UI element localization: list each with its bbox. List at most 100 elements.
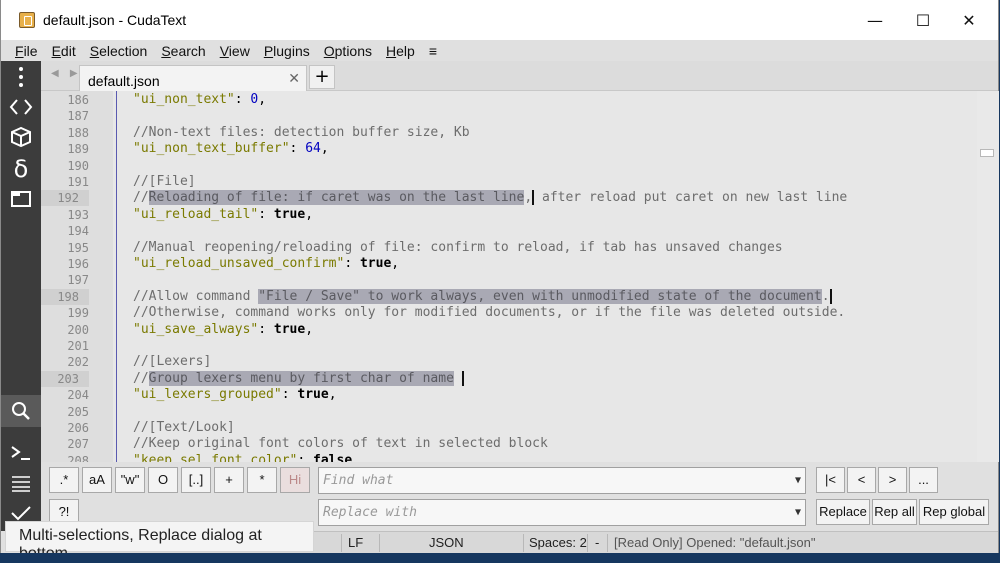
status-dash: - — [595, 535, 600, 550]
maximize-button[interactable]: ☐ — [900, 0, 946, 40]
line-number: 198 — [41, 288, 89, 305]
more-options-button[interactable]: ... — [909, 467, 938, 493]
line-number: 193 — [67, 207, 89, 222]
code-line[interactable]: "ui_non_text": 0, — [133, 92, 266, 108]
chevron-down-icon[interactable]: ▼ — [795, 468, 801, 493]
project-box-icon[interactable] — [1, 122, 41, 152]
status-lexer[interactable]: JSON — [429, 535, 464, 550]
option-highlight-button[interactable]: Hi — [280, 467, 310, 493]
find-prev-button[interactable]: < — [847, 467, 876, 493]
menu-selection[interactable]: Selection — [90, 43, 148, 59]
menu-plugins[interactable]: Plugins — [264, 43, 310, 59]
option-case-sensitive-button[interactable]: aA — [82, 467, 112, 493]
status-eol[interactable]: LF — [348, 535, 363, 550]
menu-file[interactable]: File — [15, 43, 38, 59]
tab-default-json[interactable]: default.json ✕ — [79, 65, 307, 92]
snippets-delta-icon[interactable]: δ — [1, 154, 41, 184]
code-editor[interactable]: 186 "ui_non_text": 0, 187 188 //Non-text fil… — [41, 91, 977, 462]
line-number: 200 — [67, 322, 89, 337]
desktop-background — [0, 553, 1000, 561]
cudatext-app-icon — [19, 12, 35, 28]
code-line[interactable]: //Group lexers menu by first char of nam… — [133, 370, 464, 387]
option-wrapped-button[interactable]: * — [247, 467, 277, 493]
replace-with-input[interactable]: Replace with ▼ — [318, 499, 806, 526]
option-whole-words-button[interactable]: "w" — [115, 467, 145, 493]
menu-view[interactable]: View — [220, 43, 250, 59]
status-message: [Read Only] Opened: "default.json" — [614, 535, 816, 550]
menu-extra[interactable]: ≡ — [429, 43, 437, 59]
search-icon[interactable] — [1, 395, 41, 427]
title-bar: default.json - CudaText — ☐ ✕ — [1, 0, 998, 40]
replace-button[interactable]: Replace — [816, 499, 870, 525]
menu-options[interactable]: Options — [324, 43, 372, 59]
output-list-icon[interactable] — [1, 468, 41, 498]
find-next-button[interactable]: > — [878, 467, 907, 493]
code-line[interactable]: "ui_save_always": true, — [133, 322, 313, 338]
find-what-input[interactable]: Find what ▼ — [318, 467, 806, 494]
code-line[interactable]: //Keep original font colors of text in s… — [133, 436, 548, 452]
line-number: 207 — [67, 437, 89, 452]
find-first-button[interactable]: |< — [816, 467, 845, 493]
tab-bar: ◀ ▶ default.json ✕ + — [41, 61, 998, 92]
line-number: 195 — [67, 240, 89, 255]
line-number: 191 — [67, 175, 89, 189]
line-number: 201 — [67, 339, 89, 353]
line-number: 204 — [67, 388, 89, 403]
line-number: 189 — [67, 142, 89, 157]
code-tree-icon[interactable] — [1, 92, 41, 122]
tabs-icon[interactable] — [1, 184, 41, 214]
code-line[interactable]: //Reloading of file: if caret was on the… — [133, 190, 847, 206]
chevron-down-icon[interactable]: ▼ — [795, 500, 801, 525]
line-number: 205 — [67, 404, 89, 419]
replace-all-button[interactable]: Rep all — [872, 499, 917, 525]
menu-dots-icon[interactable] — [1, 62, 41, 92]
new-tab-button[interactable]: + — [309, 65, 335, 89]
code-line[interactable]: //[Lexers] — [133, 354, 211, 370]
option-multiline-button[interactable]: + — [214, 467, 244, 493]
app-window: default.json - CudaText — ☐ ✕ File Edit Se… — [0, 0, 999, 562]
screenshot-caption: Multi-selections, Replace dialog at bott… — [5, 521, 314, 562]
code-line[interactable]: "keep_sel_font_color": false, — [133, 453, 360, 462]
minimize-button[interactable]: — — [852, 0, 898, 40]
status-tab-size[interactable]: Spaces: 2 — [529, 535, 587, 550]
menu-help[interactable]: Help — [386, 43, 415, 59]
code-line[interactable]: "ui_reload_tail": true, — [133, 207, 313, 223]
code-line[interactable]: "ui_reload_unsaved_confirm": true, — [133, 256, 399, 272]
vertical-scrollbar[interactable] — [977, 91, 999, 462]
line-number: 208 — [67, 453, 89, 462]
console-icon[interactable] — [1, 438, 41, 468]
window-title: default.json - CudaText — [43, 12, 187, 28]
tab-close-icon[interactable]: ✕ — [288, 70, 300, 87]
option-in-selection-button[interactable]: [..] — [181, 467, 211, 493]
code-line[interactable]: //[File] — [133, 174, 196, 190]
side-panel: δ — [1, 61, 41, 531]
code-line[interactable]: //Non-text files: detection buffer size,… — [133, 125, 470, 141]
replace-global-button[interactable]: Rep global — [919, 499, 989, 525]
line-number: 196 — [67, 257, 89, 271]
code-line[interactable]: //Manual reopening/reloading of file: co… — [133, 240, 783, 256]
replace-placeholder: Replace with — [323, 505, 417, 520]
menu-edit[interactable]: Edit — [52, 43, 76, 59]
line-number: 188 — [67, 125, 89, 140]
option-regex-button[interactable]: .* — [49, 467, 79, 493]
code-line[interactable]: //[Text/Look] — [133, 420, 235, 436]
line-number: 197 — [67, 273, 89, 288]
line-number: 186 — [67, 93, 89, 107]
find-placeholder: Find what — [323, 473, 394, 488]
line-number: 202 — [67, 355, 89, 370]
line-number: 199 — [67, 306, 89, 321]
code-line[interactable]: //Allow command "File / Save" to work al… — [133, 288, 832, 305]
menu-bar: File Edit Selection Search View Plugins Option… — [1, 40, 998, 61]
close-window-button[interactable]: ✕ — [946, 0, 992, 40]
line-number: 203 — [41, 370, 89, 387]
menu-search[interactable]: Search — [161, 43, 205, 59]
tab-scroll-arrows-icon[interactable]: ◀ ▶ — [51, 68, 82, 79]
code-line[interactable]: "ui_lexers_grouped": true, — [133, 387, 337, 403]
scrollbar-thumb[interactable] — [980, 149, 994, 157]
code-line[interactable]: "ui_non_text_buffer": 64, — [133, 141, 329, 157]
line-number: 190 — [67, 158, 89, 173]
line-number: 206 — [67, 421, 89, 435]
option-confirm-button[interactable]: O — [148, 467, 178, 493]
fold-bar — [116, 91, 117, 462]
code-line[interactable]: //Otherwise, command works only for modi… — [133, 305, 845, 321]
